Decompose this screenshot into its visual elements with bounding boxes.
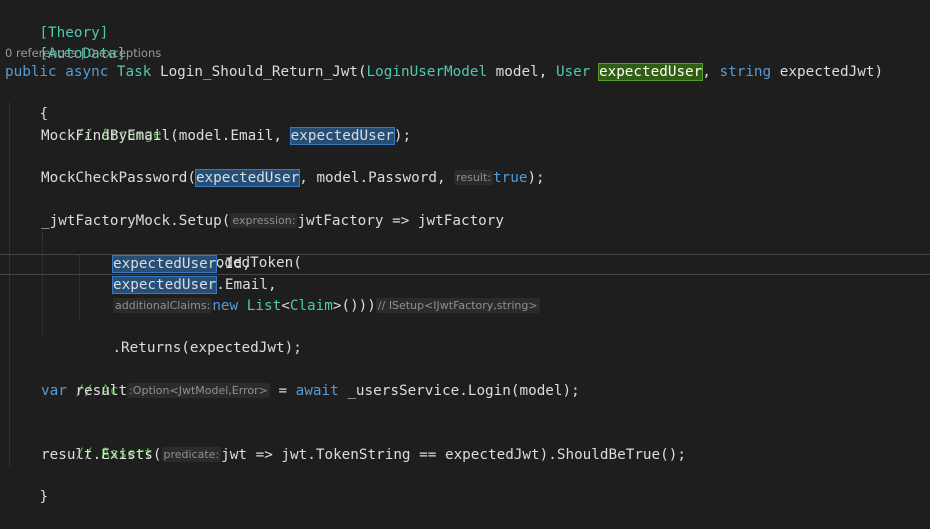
call-mock-check-password: MockCheckPassword( — [41, 170, 196, 186]
generic-open: < — [281, 298, 290, 314]
member-id: .Id, — [216, 256, 251, 272]
expected-user-reference-highlight: expectedUser — [111, 255, 218, 273]
param-expected-jwt: expectedJwt) — [771, 64, 884, 80]
keyword-new: new — [212, 298, 239, 314]
code-line-close-brace[interactable]: } — [5, 466, 48, 505]
keyword-string: string — [719, 64, 772, 80]
code-line-attribute-theory[interactable]: [Theory] — [5, 2, 108, 41]
expected-user-reference-highlight: expectedUser — [194, 169, 301, 187]
code-line-arrange-comment[interactable]: // Arrange — [41, 104, 161, 143]
method-name: Login_Should_Return_Jwt( — [151, 64, 367, 80]
indent-guide — [9, 103, 10, 468]
indent-guide — [42, 232, 43, 338]
inlay-hint-predicate: predicate: — [161, 447, 222, 462]
call-login: _usersService.Login(model); — [338, 383, 580, 399]
call-args: , model.Password, — [299, 170, 455, 186]
call-exists: result.Exists( — [41, 447, 162, 463]
type-task: Task — [116, 64, 152, 80]
inlay-hint-result-type: :Option<JwtModel,Error> — [127, 383, 270, 398]
code-line-arg-email[interactable]: expectedUser.Email, — [111, 275, 277, 296]
codelens-exceptions[interactable]: 0 exceptions — [88, 46, 161, 60]
expected-user-reference-highlight: expectedUser — [289, 127, 395, 145]
call-returns: .Returns(expectedJwt); — [112, 340, 302, 356]
keyword-true: true — [493, 170, 528, 186]
inlay-hint-expression: expression: — [230, 213, 298, 228]
call-setup: _jwtFactoryMock.Setup( — [41, 213, 231, 229]
type-loginusermodel: LoginUserModel — [366, 64, 488, 80]
code-line-mock-find-by-email[interactable]: MockFindByEmail(model.Email, expectedUse… — [41, 126, 411, 147]
code-line-assert[interactable]: result.Exists(predicate: jwt => jwt.Token… — [41, 445, 686, 466]
keyword-async: async — [65, 64, 109, 80]
comma: , — [702, 64, 720, 80]
code-line-mock-check-password[interactable]: MockCheckPassword(expectedUser, model.Pa… — [41, 168, 545, 189]
expected-user-definition-highlight: expectedUser — [597, 63, 704, 81]
expected-user-reference-highlight: expectedUser — [111, 276, 218, 294]
type-user: User — [555, 64, 591, 80]
code-line-returns[interactable]: .Returns(expectedJwt); — [78, 317, 301, 356]
close-brace: } — [39, 489, 49, 505]
member-email: .Email, — [216, 277, 277, 293]
variable-result: result — [66, 383, 128, 399]
codelens-separator: | — [76, 46, 89, 60]
keyword-await: await — [295, 383, 339, 399]
code-line-open-brace[interactable]: { — [5, 83, 48, 122]
assign: = — [269, 383, 296, 399]
code-line-attribute-autodata[interactable]: [AutoData] — [5, 23, 125, 62]
lambda-jwt-factory: jwtFactory => jwtFactory — [297, 213, 505, 229]
call-suffix: ); — [527, 170, 545, 186]
inlay-hint-isetup-type: // ISetup<IJwtFactory,string> — [375, 298, 540, 313]
generic-close: >())) — [332, 298, 376, 314]
code-line-act-comment[interactable]: // Act — [41, 360, 127, 399]
inlay-hint-result: result: — [454, 170, 493, 185]
keyword-public: public — [5, 64, 57, 80]
keyword-var: var — [41, 383, 67, 399]
code-line-act[interactable]: var result:Option<JwtModel,Error> = awai… — [41, 381, 580, 402]
code-line-setup[interactable]: _jwtFactoryMock.Setup(expression: jwtFact… — [41, 211, 504, 232]
inlay-hint-additional-claims: additionalClaims: — [113, 298, 213, 313]
codelens: 0 references | 0 exceptions — [5, 45, 161, 61]
code-line-additional-claims[interactable]: additionalClaims: new List<Claim>()))// I… — [113, 296, 540, 317]
code-editor[interactable]: [Theory] [AutoData] 0 references | 0 exc… — [0, 0, 930, 505]
code-line-assert-comment[interactable]: // Assert — [41, 423, 152, 462]
param-model: model, — [487, 64, 556, 80]
call-suffix: ); — [393, 128, 412, 144]
code-line-generate-encoded-token[interactable]: .GenerateEncodedToken( — [78, 232, 301, 271]
lambda-jwt: jwt => jwt.TokenString == expectedJwt).S… — [221, 447, 686, 463]
code-line-signature[interactable]: public async Task Login_Should_Return_Jw… — [5, 62, 883, 83]
type-claim: Claim — [289, 298, 333, 314]
call-mock-find-by-email: MockFindByEmail(model.Email, — [41, 128, 291, 144]
type-list: List — [246, 298, 282, 314]
code-line-arg-id[interactable]: expectedUser.Id, — [111, 254, 251, 275]
codelens-references[interactable]: 0 references — [5, 46, 77, 60]
